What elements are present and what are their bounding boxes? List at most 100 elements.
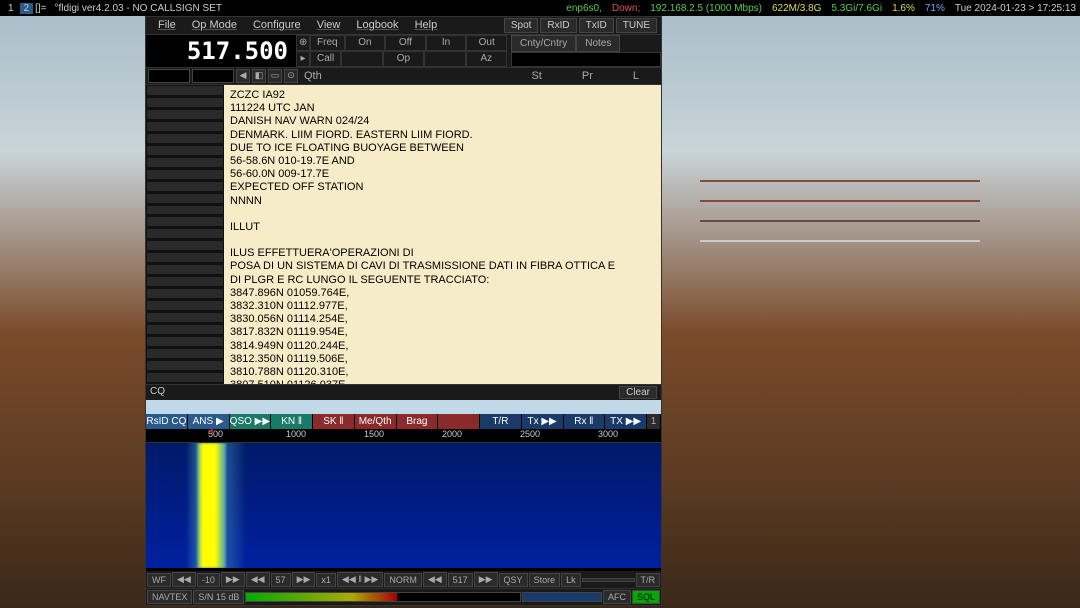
call-field[interactable] (341, 51, 382, 67)
wf-mode[interactable]: WF (147, 573, 171, 587)
macro-rsid-cq[interactable]: RsID CQ (146, 414, 188, 429)
mode-dropdown-2[interactable]: ▾ (192, 69, 234, 83)
macro-qso[interactable]: QSO ▶▶ (230, 414, 272, 429)
wf-tr[interactable]: T/R (636, 573, 661, 587)
freq-label: Freq (310, 35, 345, 51)
rx-area: ZCZC IA92 111224 UTC JAN DANISH NAV WARN… (146, 85, 661, 384)
macro-meqth[interactable]: Me/Qth (355, 414, 397, 429)
tx-text[interactable] (146, 400, 661, 414)
wf-carrier-val[interactable]: 517 (448, 573, 473, 587)
btn-save-icon[interactable]: ◧ (252, 69, 266, 83)
workspace-2[interactable]: 2 (20, 3, 34, 14)
cq-label: CQ (150, 386, 165, 399)
txid-button[interactable]: TxID (579, 18, 614, 33)
wf-upper-inc[interactable]: ▶▶ (221, 572, 245, 587)
macro-tr[interactable]: T/R (480, 414, 522, 429)
sn-meter: S/N 15 dB (193, 590, 244, 604)
menu-configure[interactable]: Configure (245, 18, 309, 33)
channel-labels (146, 85, 224, 384)
app-prefix: []= (35, 3, 46, 14)
taskbar: 1 2 []= °fldigi ver4.2.03 - NO CALLSIGN … (0, 0, 1080, 16)
wf-range-val[interactable]: 57 (271, 573, 291, 587)
notes-area[interactable] (511, 52, 661, 67)
wf-tick-2000: 2000 (442, 429, 462, 439)
wf-upper-dec[interactable]: ◀◀ (172, 572, 196, 587)
macro-ans[interactable]: ANS ▶ (188, 414, 230, 429)
menu-help[interactable]: Help (407, 18, 446, 33)
spot-button[interactable]: Spot (504, 18, 539, 33)
mode-dropdown-1[interactable] (148, 69, 190, 83)
wf-carrier-dec[interactable]: ◀◀ (423, 572, 447, 587)
menubar: File Op Mode Configure View Logbook Help… (146, 17, 661, 35)
volume: 71% (925, 3, 945, 14)
macro-tx2[interactable]: TX ▶▶ (605, 414, 647, 429)
tab-cnty[interactable]: Cnty/Cntry (511, 35, 576, 52)
menu-logbook[interactable]: Logbook (348, 18, 406, 33)
wf-lk[interactable]: Lk (561, 573, 581, 587)
tune-button[interactable]: TUNE (616, 18, 657, 33)
frequency-display[interactable]: 517.500 (146, 35, 296, 67)
macro-brag[interactable]: Brag (397, 414, 439, 429)
menu-opmode[interactable]: Op Mode (184, 18, 245, 33)
sql-button[interactable]: SQL (632, 590, 660, 604)
wf-qsy[interactable]: QSY (499, 573, 528, 587)
macro-empty[interactable] (438, 414, 480, 429)
off-field[interactable]: Off (385, 35, 426, 51)
btn-left[interactable]: ◀ (236, 69, 250, 83)
out-field[interactable]: Out (466, 35, 507, 51)
clear-button[interactable]: Clear (619, 386, 657, 399)
wf-range-inc[interactable]: ▶▶ (292, 572, 316, 587)
st-label: St (531, 70, 541, 82)
btn-globe-icon[interactable]: ⊙ (284, 69, 298, 83)
wf-controls: WF ◀◀ -10 ▶▶ ◀◀ 57 ▶▶ x1 ◀◀ ‖ ▶▶ NORM ◀◀… (146, 571, 661, 588)
op-label: Op (383, 51, 424, 67)
macro-rx[interactable]: Rx ‖ (564, 414, 606, 429)
wf-store[interactable]: Store (529, 573, 561, 587)
op-field[interactable] (424, 51, 465, 67)
app-title: °fldigi ver4.2.03 - NO CALLSIGN SET (55, 3, 222, 14)
mode-indicator[interactable]: NAVTEX (147, 590, 192, 604)
wf-range-dec[interactable]: ◀◀ (246, 572, 270, 587)
macro-row: RsID CQ ANS ▶ QSO ▶▶ KN ‖ SK ‖ Me/Qth Br… (146, 414, 661, 429)
on-field[interactable]: On (345, 35, 386, 51)
macro-kn[interactable]: KN ‖ (271, 414, 313, 429)
swap-usage: 5.3Gi/7.6Gi (831, 3, 882, 14)
wf-carrier-inc[interactable]: ▶▶ (474, 572, 498, 587)
waterfall-ruler[interactable]: 500 1000 1500 2000 2500 3000 (146, 429, 661, 443)
wf-tick-3000: 3000 (598, 429, 618, 439)
btn-doc-icon[interactable]: ▭ (268, 69, 282, 83)
afc-button[interactable]: AFC (603, 590, 631, 604)
wf-spacer (582, 578, 635, 582)
background-tower (650, 80, 1080, 480)
az-label: Az (466, 51, 507, 67)
net-down-label: Down; (612, 3, 640, 14)
workspace-1[interactable]: 1 (4, 3, 18, 14)
macro-bank[interactable]: 1 (647, 414, 661, 429)
wf-zoom[interactable]: x1 (316, 573, 336, 587)
wf-tick-1000: 1000 (286, 429, 306, 439)
menu-view[interactable]: View (309, 18, 349, 33)
wf-upper-val[interactable]: -10 (197, 573, 220, 587)
rx-text[interactable]: ZCZC IA92 111224 UTC JAN DANISH NAV WARN… (224, 85, 661, 384)
in-field[interactable]: In (426, 35, 467, 51)
macro-tx[interactable]: Tx ▶▶ (522, 414, 564, 429)
status-row: CQ Clear (146, 384, 661, 400)
freq-icon[interactable]: ⊕ (296, 35, 310, 51)
pr-label: Pr (582, 70, 593, 82)
pwr-bar[interactable] (522, 592, 602, 602)
mem-usage: 622M/3.8G (772, 3, 821, 14)
wf-nav[interactable]: ◀◀ ‖ ▶▶ (337, 572, 383, 587)
call-icon[interactable]: ▸ (296, 51, 310, 67)
bottom-status: NAVTEX S/N 15 dB AFC SQL (146, 588, 661, 605)
l-label: L (633, 70, 639, 82)
menu-file[interactable]: File (150, 18, 184, 33)
macro-sk[interactable]: SK ‖ (313, 414, 355, 429)
waterfall[interactable] (146, 443, 661, 568)
cpu-usage: 1.6% (892, 3, 915, 14)
wf-tick-2500: 2500 (520, 429, 540, 439)
wf-cursor-marker (211, 429, 213, 433)
net-ip: 192.168.2.5 (1000 Mbps) (650, 3, 762, 14)
rxid-button[interactable]: RxID (540, 18, 576, 33)
tab-notes[interactable]: Notes (576, 35, 620, 52)
wf-speed[interactable]: NORM (384, 573, 422, 587)
